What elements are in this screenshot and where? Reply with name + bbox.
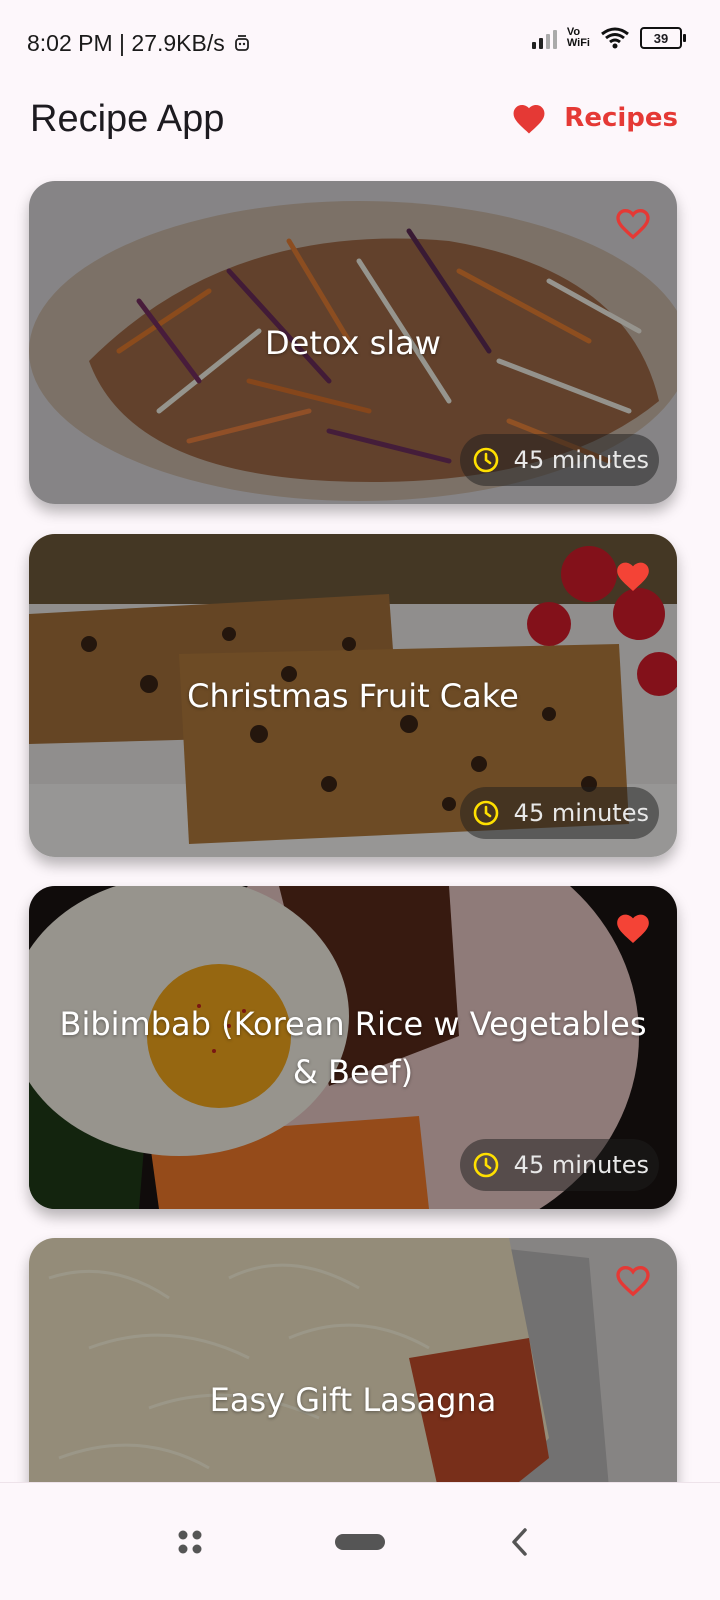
status-bar: 8:02 PM | 27.9KB/s Vo WiFi 39	[0, 0, 720, 88]
system-nav-bar	[0, 1482, 720, 1600]
time-chip: 45 minutes	[459, 787, 659, 839]
notification-icon	[234, 34, 249, 51]
clock-icon	[473, 1152, 498, 1178]
battery-indicator: 39	[640, 27, 686, 49]
back-button[interactable]	[480, 1483, 560, 1600]
status-time-speed: 8:02 PM | 27.9KB/s	[27, 30, 225, 56]
recipe-card[interactable]: Detox slaw 45 minutes	[29, 181, 677, 504]
menu-grid-icon	[178, 1530, 202, 1553]
favorite-filled-icon[interactable]	[613, 908, 653, 948]
favorite-outline-icon[interactable]	[613, 1260, 653, 1300]
time-chip: 45 minutes	[459, 434, 659, 486]
time-label: 45 minutes	[513, 446, 649, 474]
vowifi-indicator: Vo WiFi	[566, 26, 590, 49]
favorite-filled-icon[interactable]	[613, 556, 653, 596]
recipe-card[interactable]: Bibimbab (Korean Rice w Vegetables & Bee…	[29, 886, 677, 1209]
recipes-label: Recipes	[564, 103, 678, 133]
time-label: 45 minutes	[513, 799, 649, 827]
home-pill-icon	[335, 1533, 385, 1550]
clock-icon	[473, 447, 498, 473]
time-label: 45 minutes	[513, 1151, 649, 1179]
heart-icon	[513, 105, 545, 134]
app-bar: Recipe App Recipes	[0, 88, 720, 178]
wifi-icon	[601, 27, 629, 49]
clock-icon	[473, 800, 498, 826]
recipe-card[interactable]: Christmas Fruit Cake 45 minutes	[29, 534, 677, 857]
home-button[interactable]	[310, 1483, 410, 1600]
back-chevron-icon	[512, 1527, 527, 1556]
recipes-button[interactable]: Recipes	[510, 98, 678, 138]
time-chip: 45 minutes	[459, 1139, 659, 1191]
page-title: Recipe App	[30, 98, 225, 140]
cell-signal-icon	[531, 27, 557, 49]
favorite-outline-icon[interactable]	[613, 203, 653, 243]
recents-button[interactable]	[150, 1483, 230, 1600]
